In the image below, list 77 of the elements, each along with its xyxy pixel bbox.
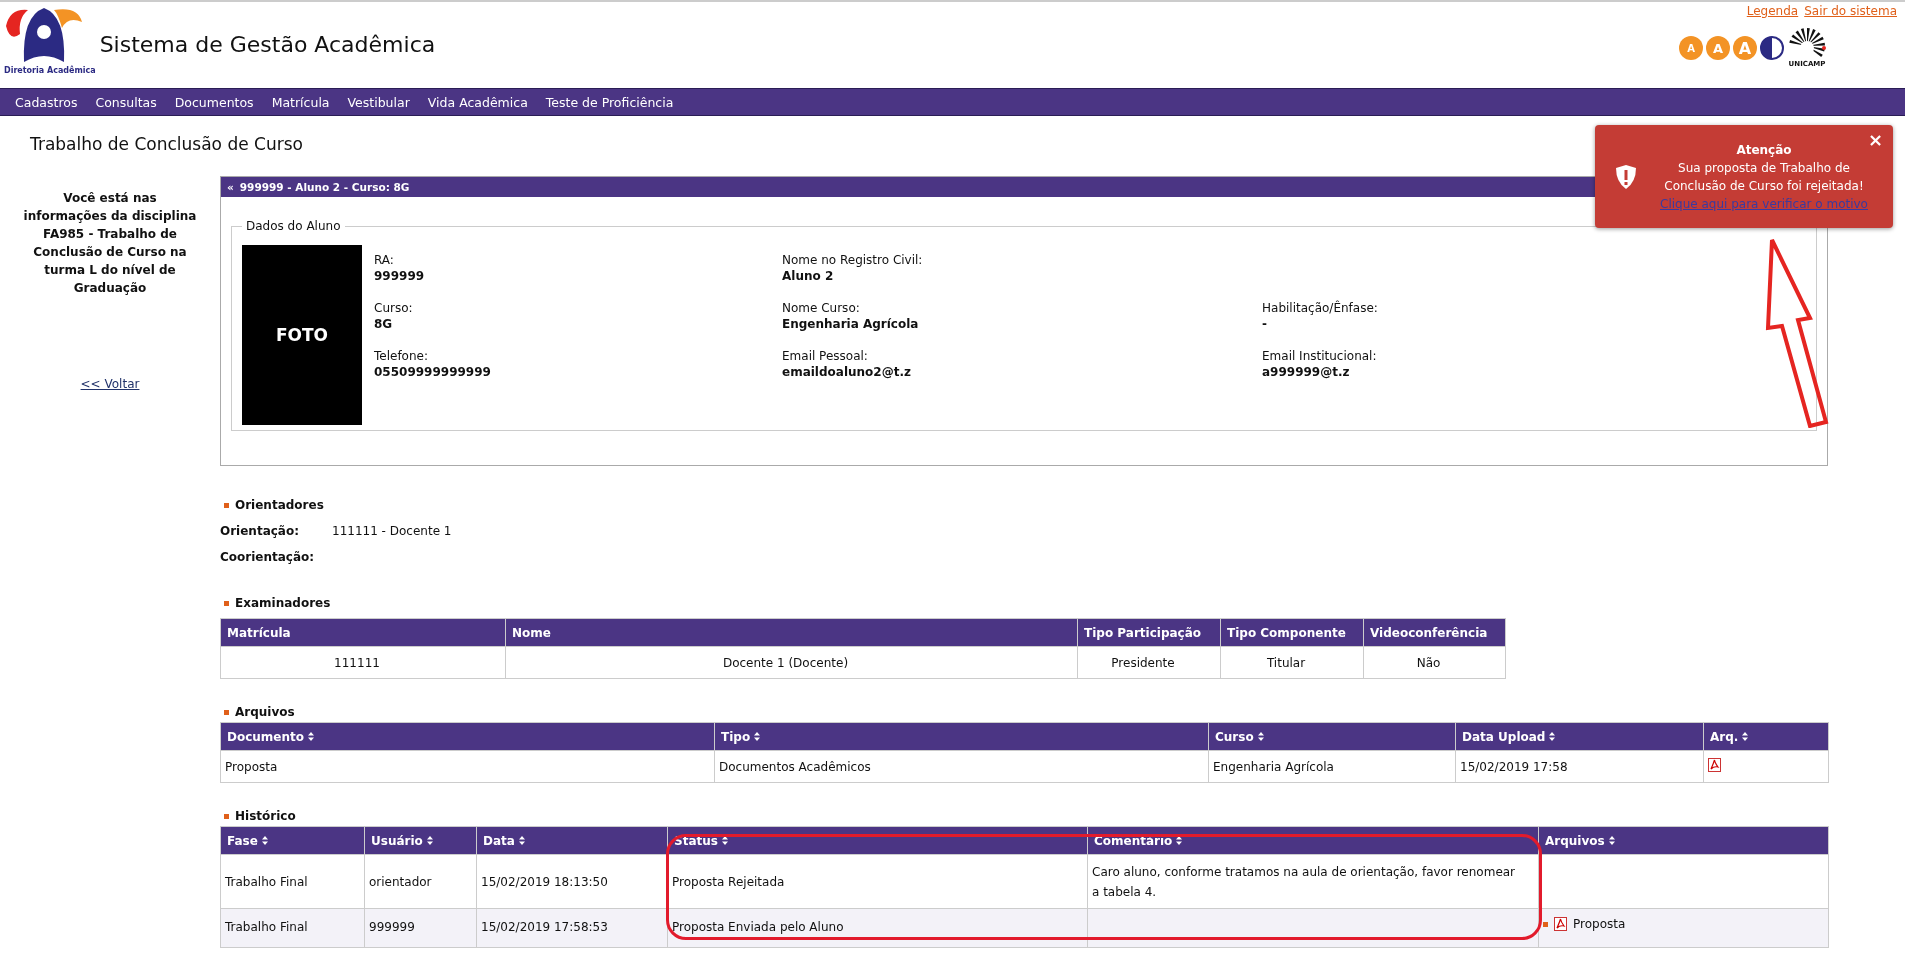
table-cell: Não (1363, 646, 1506, 679)
table-cell: 15/02/2019 17:58 (1455, 750, 1704, 783)
column-header[interactable]: Arq. (1710, 729, 1739, 744)
table-cell-text: 15/02/2019 17:58:53 (481, 919, 608, 936)
close-icon[interactable]: × (1867, 131, 1883, 149)
field-label: RA: (374, 253, 395, 267)
page-title: Trabalho de Conclusão de Curso (30, 134, 303, 154)
group-legend: Dados do Aluno (242, 219, 345, 233)
menu-item[interactable]: Vida Acadêmica (418, 94, 537, 110)
field-value: Engenharia Agrícola (782, 317, 920, 331)
field-value: - (1262, 317, 1268, 331)
header-link[interactable]: Legenda (1746, 4, 1799, 18)
menu-item[interactable]: Matrícula (262, 94, 339, 110)
field-value: a999999@t.z (1262, 365, 1351, 379)
column-header[interactable]: Documento (227, 729, 305, 744)
field-value: 05509999999999 (374, 365, 492, 379)
table-cell-text: 999999 (369, 919, 415, 936)
field-value: 999999 (374, 269, 426, 283)
table-cell-text: Trabalho Final (225, 873, 308, 891)
back-link[interactable]: << Voltar (80, 377, 140, 391)
panel-heading: 999999 - Aluno 2 - Curso: 8G (239, 181, 410, 193)
site-title: Sistema de Gestão Acadêmica (99, 32, 436, 57)
table-cell-text: Proposta Rejeitada (672, 873, 785, 891)
column-header: Tipo Participação (1077, 618, 1221, 647)
field-label: Habilitação/Ênfase: (1262, 301, 1379, 315)
column-header: Matrícula (220, 618, 506, 647)
field-label: Curso: (374, 301, 414, 315)
table-cell: Documentos Acadêmicos (714, 750, 1209, 783)
file-link[interactable]: Proposta (1573, 917, 1626, 931)
column-header: Nome (505, 618, 1078, 647)
section-title: Examinadores (235, 596, 331, 610)
field-label: Email Institucional: (1262, 349, 1378, 363)
menu-item[interactable]: Consultas (86, 94, 166, 110)
menu-item[interactable]: Cadastros (6, 94, 87, 110)
column-header[interactable]: Data (483, 833, 515, 848)
table-cell: 111111 (220, 646, 506, 679)
menu-item[interactable]: Teste de Proficiência (536, 94, 683, 110)
field-value: emaildoaluno2@t.z (782, 365, 912, 379)
table-cell: Engenharia Agrícola (1208, 750, 1456, 783)
logo-caption: Diretoria Acadêmica (4, 66, 96, 75)
column-header[interactable]: Data Upload (1462, 729, 1546, 744)
course-info: Você está nas informações da disciplina FA985 - Trabalho de Conclusão de Curso na turma L do nível de Graduação (22, 190, 198, 297)
column-header[interactable]: Tipo (721, 729, 751, 744)
header-link[interactable]: Sair do sistema (1804, 4, 1897, 18)
field-label: Coorientação: (220, 550, 316, 564)
collapse-toggle[interactable]: « (227, 181, 234, 193)
menu-item[interactable]: Vestibular (338, 94, 419, 110)
table-cell-text: orientador (369, 873, 432, 891)
table-cell-text: 15/02/2019 18:13:50 (481, 873, 608, 891)
field-label: Orientação: (220, 524, 300, 538)
notification-title: Atenção (1736, 141, 1792, 159)
column-header: Tipo Componente (1220, 618, 1364, 647)
table-cell: Proposta (220, 750, 715, 783)
field-label: Telefone: (374, 349, 429, 363)
column-header[interactable]: Comentário (1094, 833, 1173, 848)
section-title: Orientadores (235, 498, 324, 512)
field-value: 8G (374, 317, 394, 331)
notification-message: Sua proposta de Trabalho de Conclusão de Curso foi rejeitada! (1663, 159, 1865, 195)
field-label: Nome no Registro Civil: (782, 253, 924, 267)
table-cell: Titular (1220, 646, 1364, 679)
table-cell: Presidente (1077, 646, 1221, 679)
column-header: Videoconferência (1363, 618, 1506, 647)
field-value: Aluno 2 (782, 269, 835, 283)
photo-label: FOTO (275, 325, 329, 345)
table-cell-text: Caro aluno, conforme tratamos na aula de orientação, favor renomear a tabela 4. (1092, 863, 1517, 901)
table-cell-text: Proposta Enviada pelo Aluno (672, 919, 844, 936)
table-cell: Docente 1 (Docente) (505, 646, 1078, 679)
section-title: Histórico (235, 809, 296, 823)
column-header[interactable]: Fase (227, 833, 258, 848)
menu-item[interactable]: Documentos (165, 94, 263, 110)
field-value: 111111 - Docente 1 (332, 524, 452, 538)
field-label: Email Pessoal: (782, 349, 869, 363)
table-cell-text: Trabalho Final (225, 919, 308, 936)
section-title: Arquivos (235, 705, 295, 719)
column-header[interactable]: Curso (1215, 729, 1254, 744)
field-label: Nome Curso: (782, 301, 861, 315)
column-header[interactable]: Arquivos (1545, 833, 1605, 848)
